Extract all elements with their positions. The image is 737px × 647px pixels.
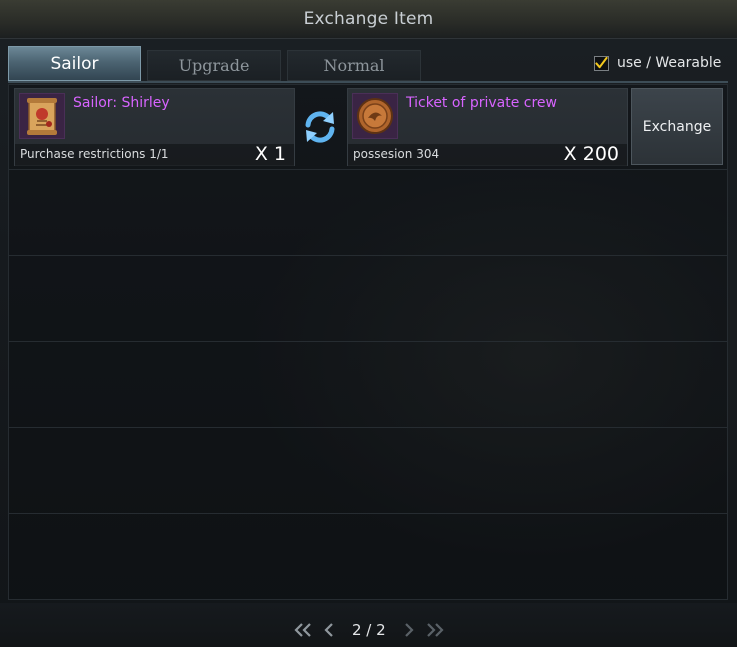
reward-item[interactable]: Sailor: Shirley Purchase restrictions 1/…	[14, 88, 295, 166]
swap-arrows-icon	[302, 108, 338, 146]
page-indicator: 2 / 2	[352, 621, 386, 639]
tab-upgrade[interactable]: Upgrade	[147, 50, 281, 81]
title-bar[interactable]: Exchange Item	[0, 0, 737, 39]
exchange-window: Exchange Item Sailor Upgrade Normal use …	[0, 0, 737, 647]
cost-name: Ticket of private crew	[406, 95, 557, 111]
reward-quantity: X 1	[254, 143, 286, 165]
prev-page-icon[interactable]	[322, 622, 336, 638]
row-divider	[9, 255, 727, 256]
first-page-icon[interactable]	[292, 622, 314, 638]
next-page-icon[interactable]	[402, 622, 416, 638]
row-divider	[9, 169, 727, 170]
checkmark-icon	[595, 56, 608, 69]
tab-divider	[8, 81, 728, 83]
cost-item[interactable]: Ticket of private crew possesion 304 X 2…	[347, 88, 628, 166]
tab-normal[interactable]: Normal	[287, 50, 421, 81]
crew-ticket-coin-icon	[352, 93, 398, 139]
wearable-checkbox[interactable]	[594, 55, 609, 71]
row-divider	[9, 513, 727, 514]
last-page-icon[interactable]	[424, 622, 446, 638]
window-title: Exchange Item	[303, 9, 434, 29]
row-divider	[9, 427, 727, 428]
tab-sailor[interactable]: Sailor	[8, 46, 141, 81]
exchange-button[interactable]: Exchange	[631, 88, 723, 165]
wearable-filter[interactable]: use / Wearable	[594, 55, 721, 71]
pagination: 2 / 2	[292, 617, 446, 643]
row-divider	[9, 341, 727, 342]
possession-text: possesion 304	[353, 147, 440, 161]
purchase-restriction-text: Purchase restrictions 1/1	[20, 147, 169, 161]
cost-quantity: X 200	[563, 143, 619, 165]
wearable-filter-label: use / Wearable	[617, 55, 722, 71]
sailor-scroll-icon	[19, 93, 65, 139]
reward-name: Sailor: Shirley	[73, 95, 170, 111]
